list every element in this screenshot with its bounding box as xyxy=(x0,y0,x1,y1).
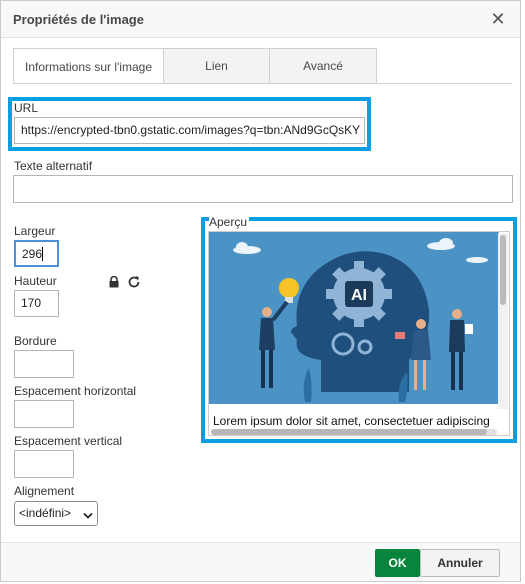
width-label: Largeur xyxy=(14,224,56,238)
lock-icon[interactable] xyxy=(108,275,122,290)
tab-image-info[interactable]: Informations sur l'image xyxy=(13,48,164,84)
align-label: Alignement xyxy=(14,484,75,498)
border-input[interactable] xyxy=(14,350,74,378)
border-label: Bordure xyxy=(14,334,57,348)
chevron-down-icon xyxy=(83,509,93,523)
ai-label: AI xyxy=(351,287,367,304)
height-input[interactable]: 170 xyxy=(14,290,59,317)
reset-size-icon[interactable] xyxy=(127,275,141,289)
preview-vertical-scroll-thumb[interactable] xyxy=(500,235,506,305)
preview-label: Aperçu xyxy=(209,215,250,229)
dialog-title: Propriétés de l'image xyxy=(13,12,144,27)
alt-text-label: Texte alternatif xyxy=(14,159,93,173)
ai-head-illustration: AI xyxy=(209,232,499,404)
url-input[interactable]: https://encrypted-tbn0.gstatic.com/image… xyxy=(14,117,365,144)
tab-image-info-label: Informations sur l'image xyxy=(24,59,152,74)
height-value: 170 xyxy=(21,296,42,310)
align-select[interactable]: <indéfini> xyxy=(14,501,98,526)
preview-highlight: Aperçu AI Lorem ipsum dolor sit amet, co… xyxy=(201,215,517,443)
close-icon[interactable]: ✕ xyxy=(490,10,506,28)
align-select-value: <indéfini> xyxy=(19,506,72,520)
dialog-titlebar: Propriétés de l'image ✕ xyxy=(1,1,520,38)
width-input[interactable]: 296 xyxy=(14,240,59,267)
width-value: 296 xyxy=(22,247,43,261)
url-input-value: https://encrypted-tbn0.gstatic.com/image… xyxy=(21,123,361,137)
ok-button-label: OK xyxy=(388,556,407,570)
hspace-label: Espacement horizontal xyxy=(14,384,137,398)
tab-link-label: Lien xyxy=(205,59,228,73)
preview-area[interactable]: AI Lorem ipsum dolor sit amet, consectet… xyxy=(208,231,510,436)
ok-button[interactable]: OK xyxy=(375,549,420,577)
preview-horizontal-scroll-thumb[interactable] xyxy=(211,429,487,435)
text-caret xyxy=(42,247,44,261)
image-properties-dialog: Propriétés de l'image ✕ Informations sur… xyxy=(0,0,521,582)
cancel-button[interactable]: Annuler xyxy=(420,549,500,577)
tab-advanced-label: Avancé xyxy=(303,59,343,73)
alt-text-input[interactable] xyxy=(13,175,513,203)
image-info-panel: URL https://encrypted-tbn0.gstatic.com/i… xyxy=(1,84,520,544)
vspace-label: Espacement vertical xyxy=(14,434,123,448)
url-highlight: URL https://encrypted-tbn0.gstatic.com/i… xyxy=(8,97,371,151)
preview-vertical-scrollbar[interactable] xyxy=(498,233,508,409)
dialog-footer: OK Annuler xyxy=(1,542,520,581)
tab-advanced[interactable]: Avancé xyxy=(269,48,377,83)
tab-link[interactable]: Lien xyxy=(163,48,270,83)
tab-bar: Informations sur l'image Lien Avancé xyxy=(13,48,377,84)
url-label: URL xyxy=(14,101,39,115)
cancel-button-label: Annuler xyxy=(437,556,483,570)
height-label: Hauteur xyxy=(14,274,57,288)
hspace-input[interactable] xyxy=(14,400,74,428)
vspace-input[interactable] xyxy=(14,450,74,478)
preview-horizontal-scrollbar[interactable] xyxy=(211,429,497,435)
preview-caption: Lorem ipsum dolor sit amet, consectetuer… xyxy=(213,414,490,428)
